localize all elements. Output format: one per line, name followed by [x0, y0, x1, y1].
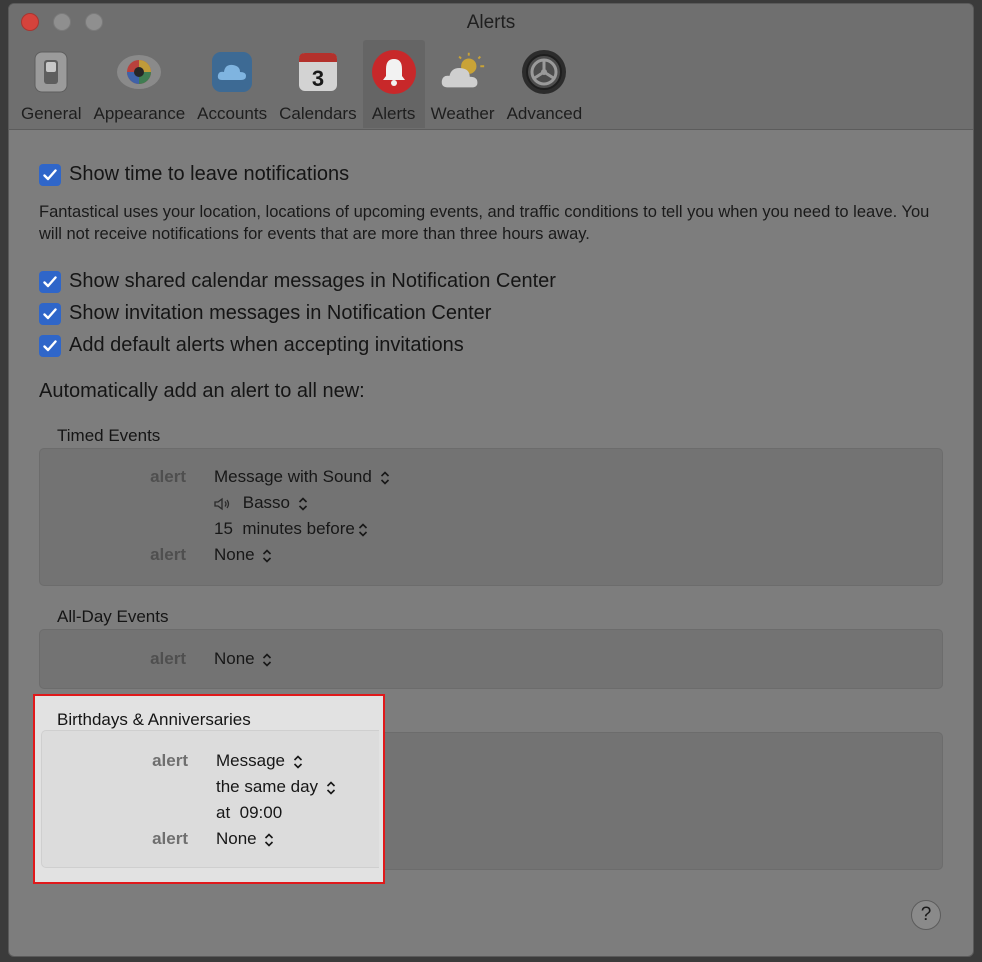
accounts-cloud-icon — [207, 47, 257, 97]
chevron-updown-icon — [263, 652, 272, 667]
tab-label: Alerts — [371, 104, 416, 123]
alert-label: alert — [150, 649, 186, 668]
birthday-alert-type-popup[interactable]: Message — [216, 751, 303, 771]
timed-second-alert-popup[interactable]: None — [214, 545, 272, 565]
general-switch-icon — [26, 47, 76, 97]
shared-calendar-checkbox[interactable] — [39, 270, 61, 293]
timed-events-group: alert Message with Sound Basso 15 minute… — [39, 448, 943, 586]
offset-control: 15 minutes before — [214, 519, 368, 539]
birthday-time-field[interactable]: 09:00 — [240, 803, 283, 822]
birthday-day-value: the same day — [216, 777, 319, 796]
time-to-leave-checkbox[interactable] — [39, 163, 61, 186]
birthday-time-row: at 09:00 — [216, 803, 282, 823]
birthdays-group: alert Message the same day at 09:00 aler… — [41, 730, 379, 868]
birthdays-highlight: Birthdays & Anniversaries alert Message … — [33, 694, 385, 884]
tab-label: Advanced — [506, 104, 583, 123]
alert-label: alert — [152, 751, 188, 770]
at-label: at — [216, 803, 231, 822]
tab-calendars[interactable]: 3 Calendars — [273, 40, 363, 128]
chevron-updown-icon — [358, 522, 367, 537]
time-to-leave-label: Show time to leave notifications — [69, 163, 350, 185]
default-alerts-label: Add default alerts when accepting invita… — [69, 334, 464, 356]
offset-unit-popup[interactable]: minutes before — [242, 519, 367, 538]
tab-alerts[interactable]: Alerts — [362, 40, 425, 128]
offset-value-field[interactable]: 15 — [214, 519, 233, 538]
chevron-updown-icon — [298, 496, 307, 511]
preferences-toolbar: General Appearance Accounts 3 Calendars … — [15, 40, 588, 130]
chevron-updown-icon — [326, 780, 335, 795]
invitation-messages-option[interactable]: Show invitation messages in Notification… — [39, 302, 491, 325]
chevron-updown-icon — [263, 548, 272, 563]
calendar-icon: 3 — [293, 47, 343, 97]
tab-label: Accounts — [197, 104, 268, 123]
shared-calendar-label: Show shared calendar messages in Notific… — [69, 270, 556, 292]
chevron-updown-icon — [265, 832, 274, 847]
bell-icon — [369, 47, 419, 97]
tab-weather[interactable]: Weather — [425, 40, 501, 128]
appearance-color-icon — [114, 47, 164, 97]
invitation-messages-checkbox[interactable] — [39, 302, 61, 325]
alert-label: alert — [152, 829, 188, 848]
alerts-pane: Show time to leave notifications Fantast… — [9, 131, 973, 956]
preferences-window: Alerts General Appearance Accounts 3 Cal… — [8, 3, 974, 957]
alert-label: alert — [150, 467, 186, 486]
calendar-badge: 3 — [312, 66, 324, 91]
tab-label: General — [21, 104, 82, 123]
offset-unit-value: minutes before — [242, 519, 355, 538]
all-day-alert-popup[interactable]: None — [214, 649, 272, 669]
all-day-events-group: alert None — [39, 629, 943, 689]
chevron-updown-icon — [293, 754, 302, 769]
weather-icon — [438, 47, 488, 97]
alert-label: alert — [150, 545, 186, 564]
birthday-second-alert-popup[interactable]: None — [216, 829, 274, 849]
birthdays-title: Birthdays & Anniversaries — [57, 710, 251, 729]
chevron-updown-icon — [380, 470, 389, 485]
tab-general[interactable]: General — [15, 40, 87, 128]
timed-events-title: Timed Events — [57, 426, 161, 445]
advanced-gear-icon — [519, 47, 569, 97]
all-day-events-title: All-Day Events — [57, 607, 169, 626]
sound-value: Basso — [242, 493, 290, 512]
default-alerts-checkbox[interactable] — [39, 334, 61, 357]
tab-label: Weather — [430, 104, 495, 123]
auto-add-label: Automatically add an alert to all new: — [39, 380, 365, 402]
timed-alert-type-popup[interactable]: Message with Sound — [214, 467, 390, 487]
time-to-leave-option[interactable]: Show time to leave notifications — [39, 163, 349, 186]
shared-calendar-option[interactable]: Show shared calendar messages in Notific… — [39, 270, 556, 293]
all-day-alert-value: None — [214, 649, 255, 668]
birthday-day-popup[interactable]: the same day — [216, 777, 336, 797]
time-to-leave-description: Fantastical uses your location, location… — [39, 203, 930, 243]
tab-accounts[interactable]: Accounts — [191, 40, 273, 128]
tab-label: Calendars — [279, 104, 357, 123]
timed-second-alert-value: None — [214, 545, 255, 564]
tab-appearance[interactable]: Appearance — [87, 40, 191, 128]
tab-advanced[interactable]: Advanced — [501, 40, 589, 128]
help-button[interactable]: ? — [911, 900, 941, 930]
window-title: Alerts — [466, 12, 516, 33]
default-alerts-option[interactable]: Add default alerts when accepting invita… — [39, 334, 464, 357]
sound-popup[interactable]: Basso — [214, 493, 308, 513]
invitation-messages-label: Show invitation messages in Notification… — [69, 302, 492, 324]
birthday-second-alert-value: None — [216, 829, 257, 848]
birthday-alert-type-value: Message — [216, 751, 285, 770]
timed-alert-type-value: Message with Sound — [214, 467, 372, 486]
speaker-icon — [214, 497, 230, 510]
titlebar: Alerts General Appearance Accounts 3 Cal… — [9, 4, 973, 130]
tab-label: Appearance — [93, 104, 186, 123]
